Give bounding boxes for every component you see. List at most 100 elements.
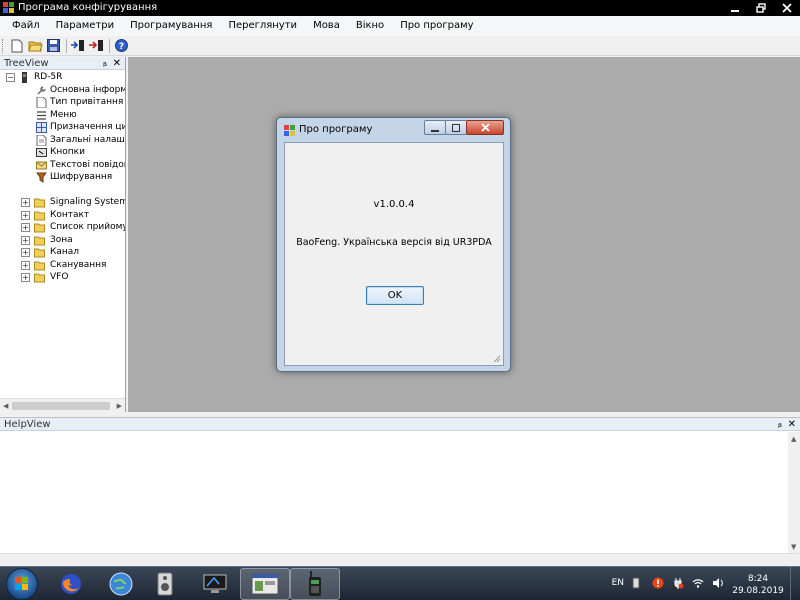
volume-icon[interactable]: [712, 577, 724, 589]
toolbar-grip[interactable]: [2, 38, 5, 53]
tree-folder-contact[interactable]: + Контакт: [0, 209, 125, 222]
expand-icon[interactable]: +: [21, 210, 30, 220]
menu-file[interactable]: Файл: [6, 16, 46, 36]
taskbar-monitor[interactable]: [190, 568, 240, 600]
tree-folder-zone[interactable]: + Зона: [0, 234, 125, 247]
taskbar-programmer[interactable]: [240, 568, 290, 600]
network-icon[interactable]: [692, 577, 704, 589]
tree-item-basic-info[interactable]: Основна інформац: [0, 84, 125, 97]
menu-parameters[interactable]: Параметри: [50, 16, 121, 36]
folder-icon: [34, 223, 45, 233]
resize-grip-icon[interactable]: [493, 355, 501, 363]
new-button[interactable]: [9, 38, 25, 54]
treeview-close-icon[interactable]: ✕: [113, 57, 121, 70]
minimize-button[interactable]: [722, 0, 748, 16]
description-label: BaoFeng. Українська версія від UR3PDA: [296, 237, 492, 248]
tree-folder-scan[interactable]: + Сканування: [0, 259, 125, 272]
folder-icon: [34, 261, 45, 270]
tree-root[interactable]: − RD-5R: [0, 71, 125, 84]
open-button[interactable]: [27, 38, 43, 54]
taskbar-radio[interactable]: [290, 568, 340, 600]
about-dialog: Про програму v1.0.0.4 BaoFeng. Українськ…: [276, 117, 511, 372]
taskbar-firefox[interactable]: [46, 568, 96, 600]
dialog-body: v1.0.0.4 BaoFeng. Українська версія від …: [284, 142, 504, 366]
scroll-right-icon[interactable]: ▶: [117, 402, 122, 410]
tree-folder-channel[interactable]: + Канал: [0, 246, 125, 259]
tree-item-greeting[interactable]: Тип привітання: [0, 96, 125, 109]
dialog-close-button[interactable]: [466, 120, 504, 135]
menu-window[interactable]: Вікно: [350, 16, 390, 36]
tree-item-general-settings[interactable]: Загальні налаштув: [0, 134, 125, 147]
walkie-talkie-icon: [309, 571, 321, 596]
helpview-close-icon[interactable]: ✕: [788, 418, 796, 431]
message-icon: [36, 161, 47, 169]
grid-icon: [36, 122, 47, 133]
tree-item-encryption[interactable]: Шифрування: [0, 171, 125, 184]
tree-item-text-messages[interactable]: Текстові повідомл: [0, 159, 125, 172]
helpview-panel: HelpView ᵦ ✕ ▲ ▼: [0, 417, 800, 566]
app-window-icon: [251, 573, 279, 595]
taskbar-speaker[interactable]: [140, 568, 190, 600]
menu-programming[interactable]: Програмування: [124, 16, 218, 36]
window-title: Програма конфігурування: [18, 2, 158, 13]
save-icon: [46, 39, 60, 52]
expand-icon[interactable]: +: [21, 260, 30, 270]
speaker-icon: [157, 572, 173, 596]
close-button[interactable]: [774, 0, 800, 16]
tree-item-buttons[interactable]: Кнопки: [0, 146, 125, 159]
pin-icon[interactable]: ᵦ: [103, 57, 107, 70]
wrench-icon: [37, 85, 46, 94]
expand-icon[interactable]: +: [21, 248, 30, 257]
ok-button[interactable]: OK: [366, 286, 424, 305]
treeview-header: TreeView ᵦ ✕: [0, 57, 125, 70]
document-icon: [36, 97, 47, 108]
close-icon: [782, 3, 792, 13]
pin-icon[interactable]: ᵦ: [778, 418, 782, 431]
warning-icon[interactable]: [652, 577, 664, 589]
restore-button[interactable]: [748, 0, 774, 16]
help-button[interactable]: ?: [113, 38, 129, 54]
menu-view[interactable]: Переглянути: [222, 16, 303, 36]
expand-icon[interactable]: +: [21, 198, 30, 207]
tree-horizontal-scrollbar[interactable]: ◀ ▶: [0, 398, 125, 412]
menu-about[interactable]: Про програму: [394, 16, 479, 36]
toolbar: ?: [0, 36, 800, 56]
scroll-up-icon[interactable]: ▲: [791, 435, 796, 443]
tree-folder-vfo[interactable]: + VFO: [0, 271, 125, 284]
show-desktop-button[interactable]: [790, 567, 800, 600]
taskbar-browser[interactable]: [96, 568, 146, 600]
dialog-title: Про програму: [299, 124, 373, 135]
tree: − RD-5R Основна інформац Тип привітання …: [0, 70, 125, 398]
menu-language[interactable]: Мова: [307, 16, 346, 36]
dialog-minimize-button[interactable]: [424, 120, 446, 135]
clock-date: 29.08.2019: [732, 586, 784, 596]
minimize-icon: [731, 10, 739, 12]
language-indicator[interactable]: EN: [612, 578, 624, 588]
save-button[interactable]: [45, 38, 61, 54]
usb-device-icon[interactable]: [630, 577, 642, 589]
folder-icon: [34, 273, 45, 283]
tree-folder-rx-list[interactable]: + Список прийому: [0, 221, 125, 234]
expand-icon[interactable]: +: [21, 273, 30, 282]
firefox-icon: [61, 574, 81, 594]
expand-icon[interactable]: +: [21, 223, 30, 232]
clock[interactable]: 8:24 29.08.2019: [730, 573, 786, 597]
dialog-maximize-button[interactable]: [445, 120, 467, 135]
tree-item-menu[interactable]: Меню: [0, 109, 125, 122]
expand-icon[interactable]: +: [21, 235, 30, 245]
folder-icon: [34, 198, 45, 208]
power-plug-icon[interactable]: [672, 577, 684, 589]
read-radio-button[interactable]: [70, 38, 86, 54]
tree-item-digital-assign[interactable]: Призначення цифр: [0, 121, 125, 134]
collapse-icon[interactable]: −: [6, 73, 15, 82]
scrollbar-thumb[interactable]: [12, 402, 110, 410]
treeview-panel: TreeView ᵦ ✕ − RD-5R Основна інформац Ти…: [0, 57, 126, 412]
app-icon: [284, 125, 295, 136]
scroll-left-icon[interactable]: ◀: [3, 402, 8, 410]
write-radio-button[interactable]: [88, 38, 104, 54]
radio-icon: [22, 72, 27, 83]
tree-folder-signaling[interactable]: + Signaling System: [0, 196, 125, 209]
help-vertical-scrollbar[interactable]: ▲ ▼: [788, 432, 800, 554]
start-button[interactable]: [6, 568, 38, 600]
scroll-down-icon[interactable]: ▼: [791, 543, 796, 551]
